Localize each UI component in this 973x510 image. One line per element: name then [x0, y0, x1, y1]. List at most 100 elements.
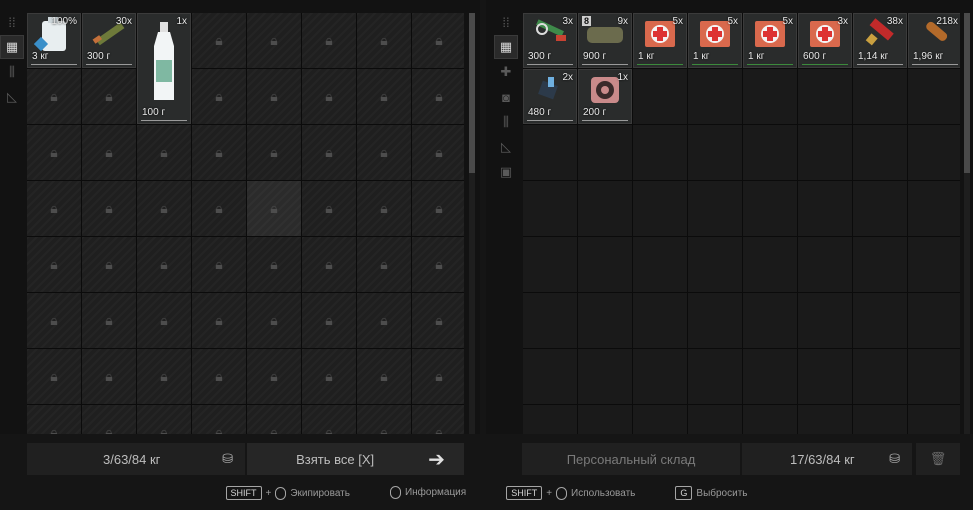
empty-slot[interactable]	[908, 237, 960, 292]
inventory-item-medkit[interactable]: 3x 600 г	[798, 13, 852, 68]
plus-sign: +	[265, 487, 272, 499]
empty-slot[interactable]	[633, 405, 687, 434]
empty-slot[interactable]	[908, 405, 960, 434]
empty-slot[interactable]	[633, 349, 687, 404]
camera-filter-icon[interactable]: ◙	[494, 85, 518, 109]
trash-button[interactable]: 🗑︎	[916, 443, 960, 475]
empty-slot[interactable]	[853, 293, 907, 348]
empty-slot[interactable]	[798, 405, 852, 434]
right-scrollbar[interactable]	[964, 13, 970, 434]
item-count: 5x	[782, 16, 793, 27]
empty-slot[interactable]	[688, 349, 742, 404]
inventory-item-tool-pack[interactable]: 2x 480 г	[523, 69, 577, 124]
empty-slot[interactable]	[578, 237, 632, 292]
grid-view-icon[interactable]: ▦	[0, 35, 24, 59]
empty-slot[interactable]	[798, 293, 852, 348]
empty-slot[interactable]	[523, 293, 577, 348]
empty-slot[interactable]	[743, 405, 797, 434]
list-view-icon[interactable]: ⁞⁞	[0, 10, 24, 34]
locked-slot: 🔒︎	[192, 69, 246, 124]
inventory-item-weapon-kit[interactable]: 3x 300 г	[523, 13, 577, 68]
inventory-item-shotgun-shells[interactable]: 38x 1,14 кг	[853, 13, 907, 68]
lock-icon: 🔒︎	[50, 200, 58, 216]
lock-icon: 🔒︎	[215, 424, 223, 434]
empty-slot[interactable]	[798, 349, 852, 404]
sort-icon[interactable]: ◺	[0, 85, 24, 109]
scroll-thumb[interactable]	[964, 13, 970, 173]
inventory-item-medkit[interactable]: 5x 1 кг	[688, 13, 742, 68]
empty-slot[interactable]	[633, 237, 687, 292]
archive-icon[interactable]: ▣	[494, 160, 518, 184]
lock-icon: 🔒︎	[270, 88, 278, 104]
empty-slot[interactable]	[853, 405, 907, 434]
inventory-item-medkit[interactable]: 5x 1 кг	[633, 13, 687, 68]
empty-slot[interactable]	[908, 181, 960, 236]
take-all-button[interactable]: Взять все [X] ➔	[247, 443, 464, 475]
empty-slot[interactable]	[578, 293, 632, 348]
locked-slot: 🔒︎	[82, 69, 136, 124]
ammo-filter-icon[interactable]: ⫼	[494, 110, 518, 134]
empty-slot[interactable]	[688, 69, 742, 124]
empty-slot[interactable]	[798, 181, 852, 236]
left-scrollbar[interactable]	[469, 13, 475, 434]
empty-slot[interactable]	[578, 125, 632, 180]
medical-filter-icon[interactable]: ✚	[494, 60, 518, 84]
empty-slot[interactable]	[743, 237, 797, 292]
empty-slot[interactable]	[798, 237, 852, 292]
empty-slot[interactable]	[853, 125, 907, 180]
empty-slot[interactable]	[908, 349, 960, 404]
empty-slot[interactable]	[523, 125, 577, 180]
empty-slot[interactable]	[523, 405, 577, 434]
lock-icon: 🔒︎	[50, 256, 58, 272]
empty-slot[interactable]	[688, 125, 742, 180]
ammo-filter-icon[interactable]: ⫼	[0, 60, 24, 84]
empty-slot[interactable]	[743, 293, 797, 348]
empty-slot[interactable]	[688, 293, 742, 348]
inventory-item-ammo-box[interactable]: 30x 300 г	[82, 13, 136, 68]
inventory-item-water-canister[interactable]: 100% 3 кг	[27, 13, 81, 68]
sort-icon[interactable]: ◺	[494, 135, 518, 159]
inventory-item-tape-roll[interactable]: 1x 200 г	[578, 69, 632, 124]
lock-icon: 🔒︎	[270, 368, 278, 384]
inventory-item-rifle-ammo[interactable]: 218x 1,96 кг	[908, 13, 960, 68]
inventory-item-fabric-roll[interactable]: 8 9x 900 г	[578, 13, 632, 68]
empty-slot[interactable]	[633, 293, 687, 348]
empty-slot[interactable]	[743, 69, 797, 124]
locked-slot: 🔒︎	[412, 405, 464, 434]
empty-slot[interactable]	[743, 349, 797, 404]
list-view-icon[interactable]: ⁞⁞	[494, 10, 518, 34]
empty-slot[interactable]	[908, 125, 960, 180]
empty-slot[interactable]	[853, 237, 907, 292]
empty-slot[interactable]	[798, 69, 852, 124]
empty-slot[interactable]	[743, 181, 797, 236]
empty-slot[interactable]	[853, 69, 907, 124]
empty-slot[interactable]	[688, 181, 742, 236]
grid-view-icon[interactable]: ▦	[494, 35, 518, 59]
empty-slot[interactable]	[578, 181, 632, 236]
empty-slot[interactable]	[523, 349, 577, 404]
empty-slot[interactable]	[578, 349, 632, 404]
item-durability-bar	[912, 64, 958, 65]
empty-slot[interactable]	[908, 293, 960, 348]
scroll-thumb[interactable]	[469, 13, 475, 173]
locked-slot: 🔒︎	[137, 405, 191, 434]
empty-slot[interactable]	[523, 181, 577, 236]
empty-slot[interactable]	[743, 125, 797, 180]
empty-slot[interactable]	[633, 69, 687, 124]
storage-title: Персональный склад	[566, 451, 696, 467]
empty-slot[interactable]	[853, 349, 907, 404]
empty-slot[interactable]	[688, 237, 742, 292]
inventory-item-bottle[interactable]: 1x 100 г	[137, 13, 191, 124]
empty-slot[interactable]	[633, 181, 687, 236]
empty-slot[interactable]	[578, 405, 632, 434]
empty-slot[interactable]	[798, 125, 852, 180]
empty-slot[interactable]	[853, 181, 907, 236]
empty-slot[interactable]	[908, 69, 960, 124]
empty-slot[interactable]	[523, 237, 577, 292]
hint-equip: SHIFT + Экипировать	[225, 486, 350, 500]
empty-slot[interactable]	[633, 125, 687, 180]
locked-slot: 🔒︎	[82, 125, 136, 180]
empty-slot[interactable]	[688, 405, 742, 434]
locked-slot: 🔒︎	[82, 237, 136, 292]
inventory-item-medkit[interactable]: 5x 1 кг	[743, 13, 797, 68]
